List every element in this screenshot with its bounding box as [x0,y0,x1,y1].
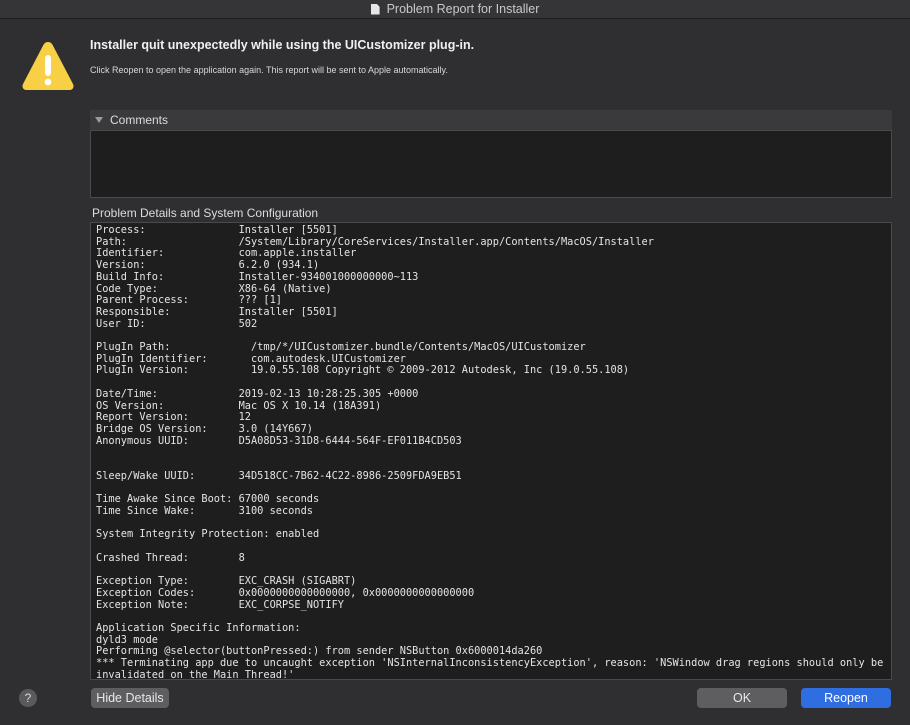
alert-headline: Installer quit unexpectedly while using … [90,38,475,52]
help-button[interactable]: ? [19,689,37,707]
details-label: Problem Details and System Configuration [92,206,319,220]
comments-disclosure[interactable]: Comments [90,110,892,130]
comments-field[interactable] [90,130,892,198]
ok-button[interactable]: OK [697,688,787,708]
reopen-button[interactable]: Reopen [801,688,891,708]
comments-label: Comments [110,113,169,127]
alert-message: Click Reopen to open the application aga… [90,65,448,75]
disclosure-triangle-icon[interactable] [95,117,103,123]
warning-icon [22,42,74,90]
hide-details-button[interactable]: Hide Details [91,688,169,708]
crash-report-text: Process: Installer [5501] Path: /System/… [96,224,884,680]
window-titlebar: Problem Report for Installer [0,0,910,19]
details-text-area[interactable]: Process: Installer [5501] Path: /System/… [90,222,892,680]
document-icon [370,3,380,15]
window-title: Problem Report for Installer [386,2,540,16]
